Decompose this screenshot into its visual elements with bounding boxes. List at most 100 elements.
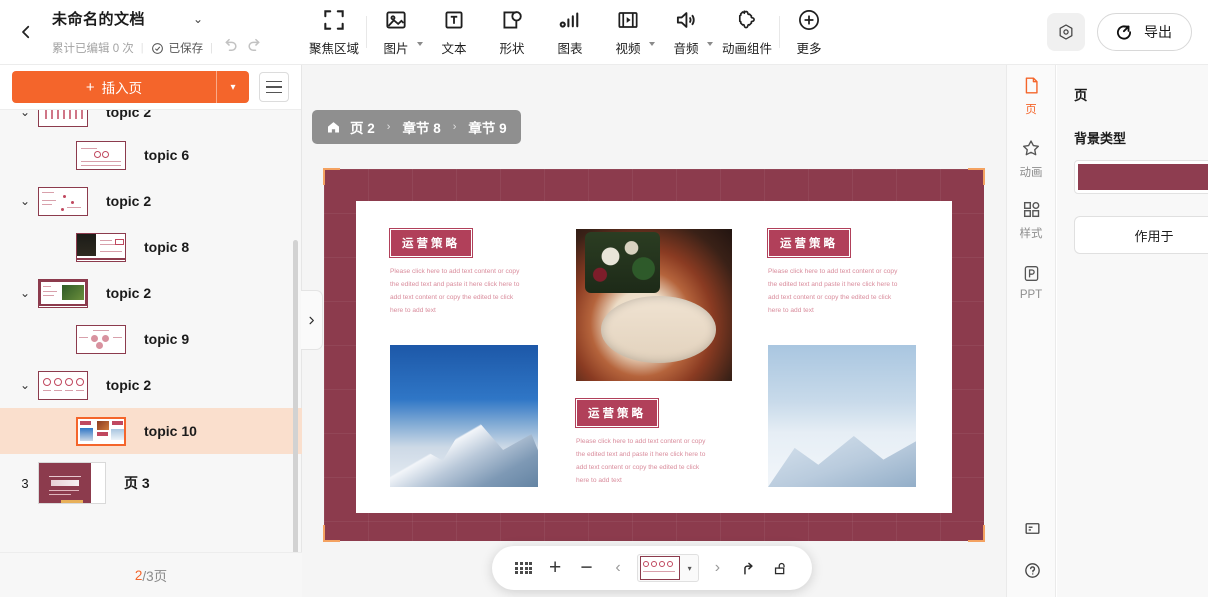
list-item[interactable]: ⌄ topic 2 [0,110,302,132]
breadcrumb-home-button[interactable] [326,120,341,135]
page-thumbnail[interactable] [76,140,126,170]
export-button[interactable]: 导出 [1097,13,1192,51]
tool-video[interactable]: 视频 [599,1,657,63]
next-page-button[interactable]: › [702,559,733,577]
block-title: 运营策略 [768,229,850,257]
tool-more[interactable]: 更多 [780,1,838,63]
apply-to-button[interactable]: 作用于 [1074,216,1208,254]
zoom-out-button[interactable]: − [571,556,602,580]
tool-animation-component[interactable]: 动画组件 [715,1,779,63]
insert-page-main[interactable]: + 插入页 [12,71,216,103]
tool-audio[interactable]: 音频 [657,1,715,63]
chevron-down-icon[interactable] [417,42,424,46]
rail-item-help[interactable] [1007,549,1057,591]
resize-handle-top-left[interactable] [323,168,340,185]
slide-selection-frame[interactable]: 运营策略 Please click here to add text conte… [323,168,985,542]
content-block-2[interactable]: 运营策略 Please click here to add text conte… [768,229,900,317]
page-counter-current: 2 [134,567,143,583]
undo-icon [225,38,237,52]
slide-image-mountain-2[interactable] [768,345,916,487]
list-item[interactable]: topic 8 [0,224,302,270]
background-color-swatch [1078,164,1208,190]
document-title[interactable]: 未命名的文档 [52,8,145,29]
collapse-chevron-icon[interactable]: ⌄ [12,194,38,208]
breadcrumb[interactable]: 页 2 › 章节 8 › 章节 9 [312,110,521,144]
content-block-1[interactable]: 运营策略 Please click here to add text conte… [576,399,708,487]
topbar-right-actions: 导出 [1047,13,1208,51]
slide-image-food[interactable] [576,229,732,381]
breadcrumb-arrow: › [386,121,391,133]
left-panel-scrollbar[interactable] [293,240,298,560]
lock-button[interactable] [765,560,796,577]
tool-focus-area[interactable]: 聚焦区域 [302,1,366,63]
animation-star-icon [1022,139,1040,155]
page-list-menu-button[interactable] [259,72,289,102]
current-page-thumb-selector[interactable]: ▾ [636,554,699,582]
undo-button[interactable] [220,36,239,60]
tool-label: 文本 [441,42,467,56]
tool-text[interactable]: 文本 [425,1,483,63]
breadcrumb-item-1[interactable]: 章节 8 [402,117,440,137]
tool-chart[interactable]: 图表 [541,1,599,63]
list-item-label: topic 2 [106,285,152,301]
slide-canvas[interactable]: 运营策略 Please click here to add text conte… [324,169,984,541]
page-thumbnail[interactable] [38,462,106,504]
redo-button[interactable] [246,36,265,60]
chevron-down-icon[interactable] [649,42,656,46]
insert-page-label: 插入页 [101,81,143,96]
collapse-chevron-icon[interactable]: ⌄ [12,378,38,392]
previous-page-button[interactable]: ‹ [602,559,633,577]
collapse-chevron-icon[interactable]: ⌄ [12,110,38,119]
rail-item-ppt[interactable]: PPT [1007,251,1055,313]
tool-strip: 聚焦区域 图片 文本 形状 图表 视频 音频 动画组件 更多 [302,1,838,63]
list-item[interactable]: topic 6 [0,132,302,178]
breadcrumb-item-0[interactable]: 页 2 [350,117,375,137]
page-thumbnail[interactable] [76,232,126,262]
back-button[interactable] [0,0,52,65]
page-thumbnail[interactable] [76,324,126,354]
page-thumbnail-list[interactable]: ⌄ topic 2 topic 6 ⌄ topic 2 topic 8 ⌄ to… [0,110,302,552]
zoom-in-button[interactable]: + [539,556,570,580]
tool-image[interactable]: 图片 [367,1,425,63]
page-thumbnail[interactable] [38,110,88,127]
background-color-picker[interactable] [1074,160,1208,194]
panel-expand-handle[interactable]: chevron-right-icon [301,290,323,350]
settings-button[interactable] [1047,13,1085,51]
list-item[interactable]: ⌄ topic 2 [0,362,302,408]
block-title: 运营策略 [576,399,658,427]
block-body: Please click here to add text content or… [390,268,520,314]
rail-item-page[interactable]: 页 [1007,65,1055,127]
page-thumbnail[interactable] [38,278,88,308]
tool-shape[interactable]: 形状 [483,1,541,63]
page-thumbnail[interactable] [38,370,88,400]
title-dropdown-caret[interactable]: ⌄ [193,12,203,26]
insert-page-dropdown[interactable]: ▾ [217,71,249,103]
present-button[interactable] [733,560,764,577]
list-item-selected[interactable]: topic 10 [0,408,302,454]
chevron-right-icon [309,316,314,324]
chevron-down-icon[interactable] [707,42,714,46]
resize-handle-top-right[interactable] [968,168,985,185]
grid-view-button[interactable] [508,561,539,575]
rail-item-style[interactable]: 样式 [1007,189,1055,251]
resize-handle-bottom-left[interactable] [323,525,340,542]
collapse-chevron-icon[interactable]: ⌄ [12,286,38,300]
page-thumbnail-selected[interactable] [76,416,126,446]
top-bar: 未命名的文档 ⌄ 累计已编辑 0 次 | 已保存 | 聚焦区域 图片 文本 形状… [0,0,1208,65]
rail-item-notes[interactable] [1007,507,1057,549]
help-circle-icon [1024,562,1040,578]
rail-item-animation[interactable]: 动画 [1007,127,1055,189]
bg-type-label: 背景类型 [1074,131,1127,146]
list-item[interactable]: 3 页 3 [0,454,302,512]
list-item[interactable]: ⌄ topic 2 [0,270,302,316]
page-thumbnail[interactable] [38,186,88,216]
chevron-down-icon[interactable]: ▾ [682,564,698,573]
canvas-area[interactable]: 页 2 › 章节 8 › 章节 9 运营策略 Please click here… [301,65,1006,597]
slide-image-mountain-1[interactable] [390,345,538,487]
insert-page-button[interactable]: + 插入页 ▾ [12,71,249,103]
list-item[interactable]: topic 9 [0,316,302,362]
list-item[interactable]: ⌄ topic 2 [0,178,302,224]
content-block-0[interactable]: 运营策略 Please click here to add text conte… [390,229,522,317]
resize-handle-bottom-right[interactable] [968,525,985,542]
breadcrumb-item-2[interactable]: 章节 9 [468,117,506,137]
